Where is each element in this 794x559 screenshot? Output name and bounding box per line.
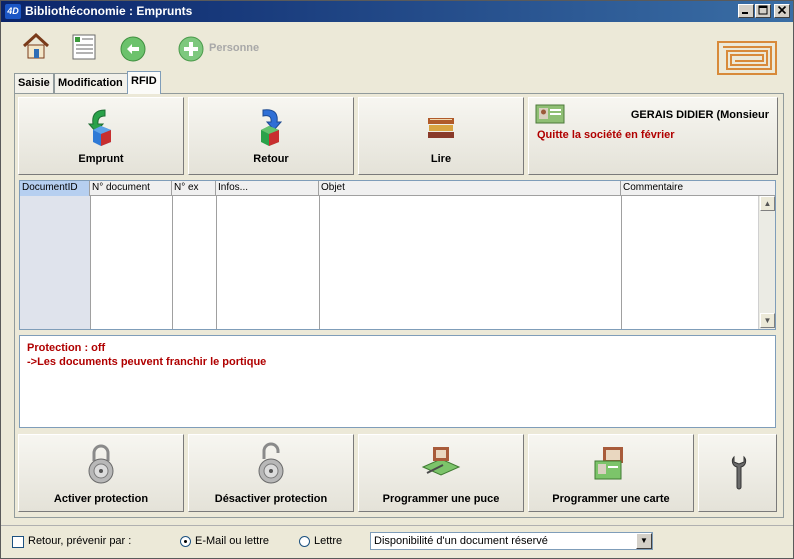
column-header-objet[interactable]: Objet — [319, 181, 621, 196]
books-icon — [426, 114, 456, 143]
column-header-infos[interactable]: Infos... — [216, 181, 319, 196]
scroll-down-button[interactable]: ▼ — [760, 313, 775, 328]
program-card-button[interactable]: Programmer une carte — [528, 434, 694, 512]
chevron-down-icon[interactable]: ▼ — [636, 533, 652, 549]
dropdown-value: Disponibilité d'un document réservé — [374, 535, 548, 547]
protection-status: Protection : off — [27, 342, 106, 354]
program-card-label: Programmer une carte — [552, 493, 670, 505]
tab-rfid[interactable]: RFID — [127, 71, 161, 94]
retour-icon — [253, 106, 289, 149]
main-window: 4D Bibliothéconomie : Emprunts Personne … — [0, 0, 794, 559]
scroll-up-button[interactable]: ▲ — [760, 196, 775, 211]
activate-protection-button[interactable]: Activer protection — [18, 434, 184, 512]
lire-label: Lire — [430, 153, 452, 165]
column-divider — [621, 196, 622, 329]
person-name: GERAIS DIDIER (Monsieur — [630, 109, 769, 121]
column-header-documentid[interactable]: DocumentID — [20, 181, 90, 196]
person-toolbar-label[interactable]: Personne — [209, 42, 259, 54]
documents-table[interactable]: DocumentID N° document N° ex Infos... Ob… — [19, 180, 776, 330]
window-title: Bibliothéconomie : Emprunts — [25, 4, 193, 18]
maze-logo — [717, 41, 777, 75]
notification-type-dropdown[interactable]: Disponibilité d'un document réservé ▼ — [370, 532, 653, 550]
table-vertical-scrollbar[interactable]: ▲ ▼ — [758, 196, 775, 329]
letter-radio[interactable] — [299, 536, 310, 547]
column-divider — [319, 196, 320, 329]
program-chip-label: Programmer une puce — [382, 493, 500, 505]
column-divider — [90, 196, 91, 329]
unlocked-padlock-icon — [256, 441, 286, 488]
column-divider — [172, 196, 173, 329]
person-note: Quitte la société en février — [537, 129, 675, 141]
column-header-commentaire[interactable]: Commentaire — [621, 181, 775, 196]
maximize-icon — [758, 5, 768, 15]
settings-button[interactable] — [698, 434, 777, 512]
back-arrow-icon[interactable] — [119, 35, 147, 63]
deactivate-protection-button[interactable]: Désactiver protection — [188, 434, 354, 512]
row-gutter — [20, 196, 90, 329]
list-icon[interactable] — [69, 32, 97, 60]
minimize-icon — [742, 12, 748, 14]
email-radio[interactable] — [180, 536, 191, 547]
retour-label: Retour — [253, 153, 289, 165]
program-card-icon — [591, 445, 631, 484]
tab-modification[interactable]: Modification — [54, 73, 128, 93]
column-header-n-document[interactable]: N° document — [90, 181, 172, 196]
emprunt-button[interactable]: Emprunt — [18, 97, 184, 175]
home-icon[interactable] — [21, 31, 50, 59]
program-chip-icon — [419, 445, 463, 482]
close-icon — [777, 5, 787, 15]
add-person-icon[interactable] — [177, 35, 205, 63]
letter-radio-label: Lettre — [314, 535, 343, 547]
footer-bar: Retour, prévenir par : E-Mail ou lettre … — [1, 525, 793, 559]
emprunt-icon — [83, 106, 119, 149]
locked-padlock-icon — [86, 441, 116, 488]
protection-detail: ->Les documents peuvent franchir le port… — [27, 356, 267, 368]
id-card-icon — [535, 104, 565, 127]
emprunt-label: Emprunt — [78, 153, 124, 165]
retour-button[interactable]: Retour — [188, 97, 354, 175]
table-header: DocumentID N° document N° ex Infos... Ob… — [20, 181, 775, 196]
close-button[interactable] — [774, 4, 790, 18]
maximize-button[interactable] — [755, 4, 771, 18]
wrench-icon — [731, 455, 747, 494]
title-bar[interactable]: 4D Bibliothéconomie : Emprunts — [1, 1, 793, 22]
app-logo-icon: 4D — [5, 4, 21, 19]
deactivate-protection-label: Désactiver protection — [214, 493, 328, 505]
lire-button[interactable]: Lire — [358, 97, 524, 175]
notify-label: Retour, prévenir par : — [28, 535, 132, 547]
column-divider — [216, 196, 217, 329]
notify-checkbox[interactable] — [12, 536, 24, 548]
column-header-n-ex[interactable]: N° ex — [172, 181, 216, 196]
email-radio-label: E-Mail ou lettre — [195, 535, 269, 547]
tab-saisie[interactable]: Saisie — [14, 73, 54, 93]
person-card[interactable]: GERAIS DIDIER (Monsieur Quitte la sociét… — [528, 97, 778, 175]
minimize-button[interactable] — [738, 4, 754, 18]
program-chip-button[interactable]: Programmer une puce — [358, 434, 524, 512]
protection-status-box: Protection : off ->Les documents peuvent… — [19, 335, 776, 428]
activate-protection-label: Activer protection — [53, 493, 149, 505]
